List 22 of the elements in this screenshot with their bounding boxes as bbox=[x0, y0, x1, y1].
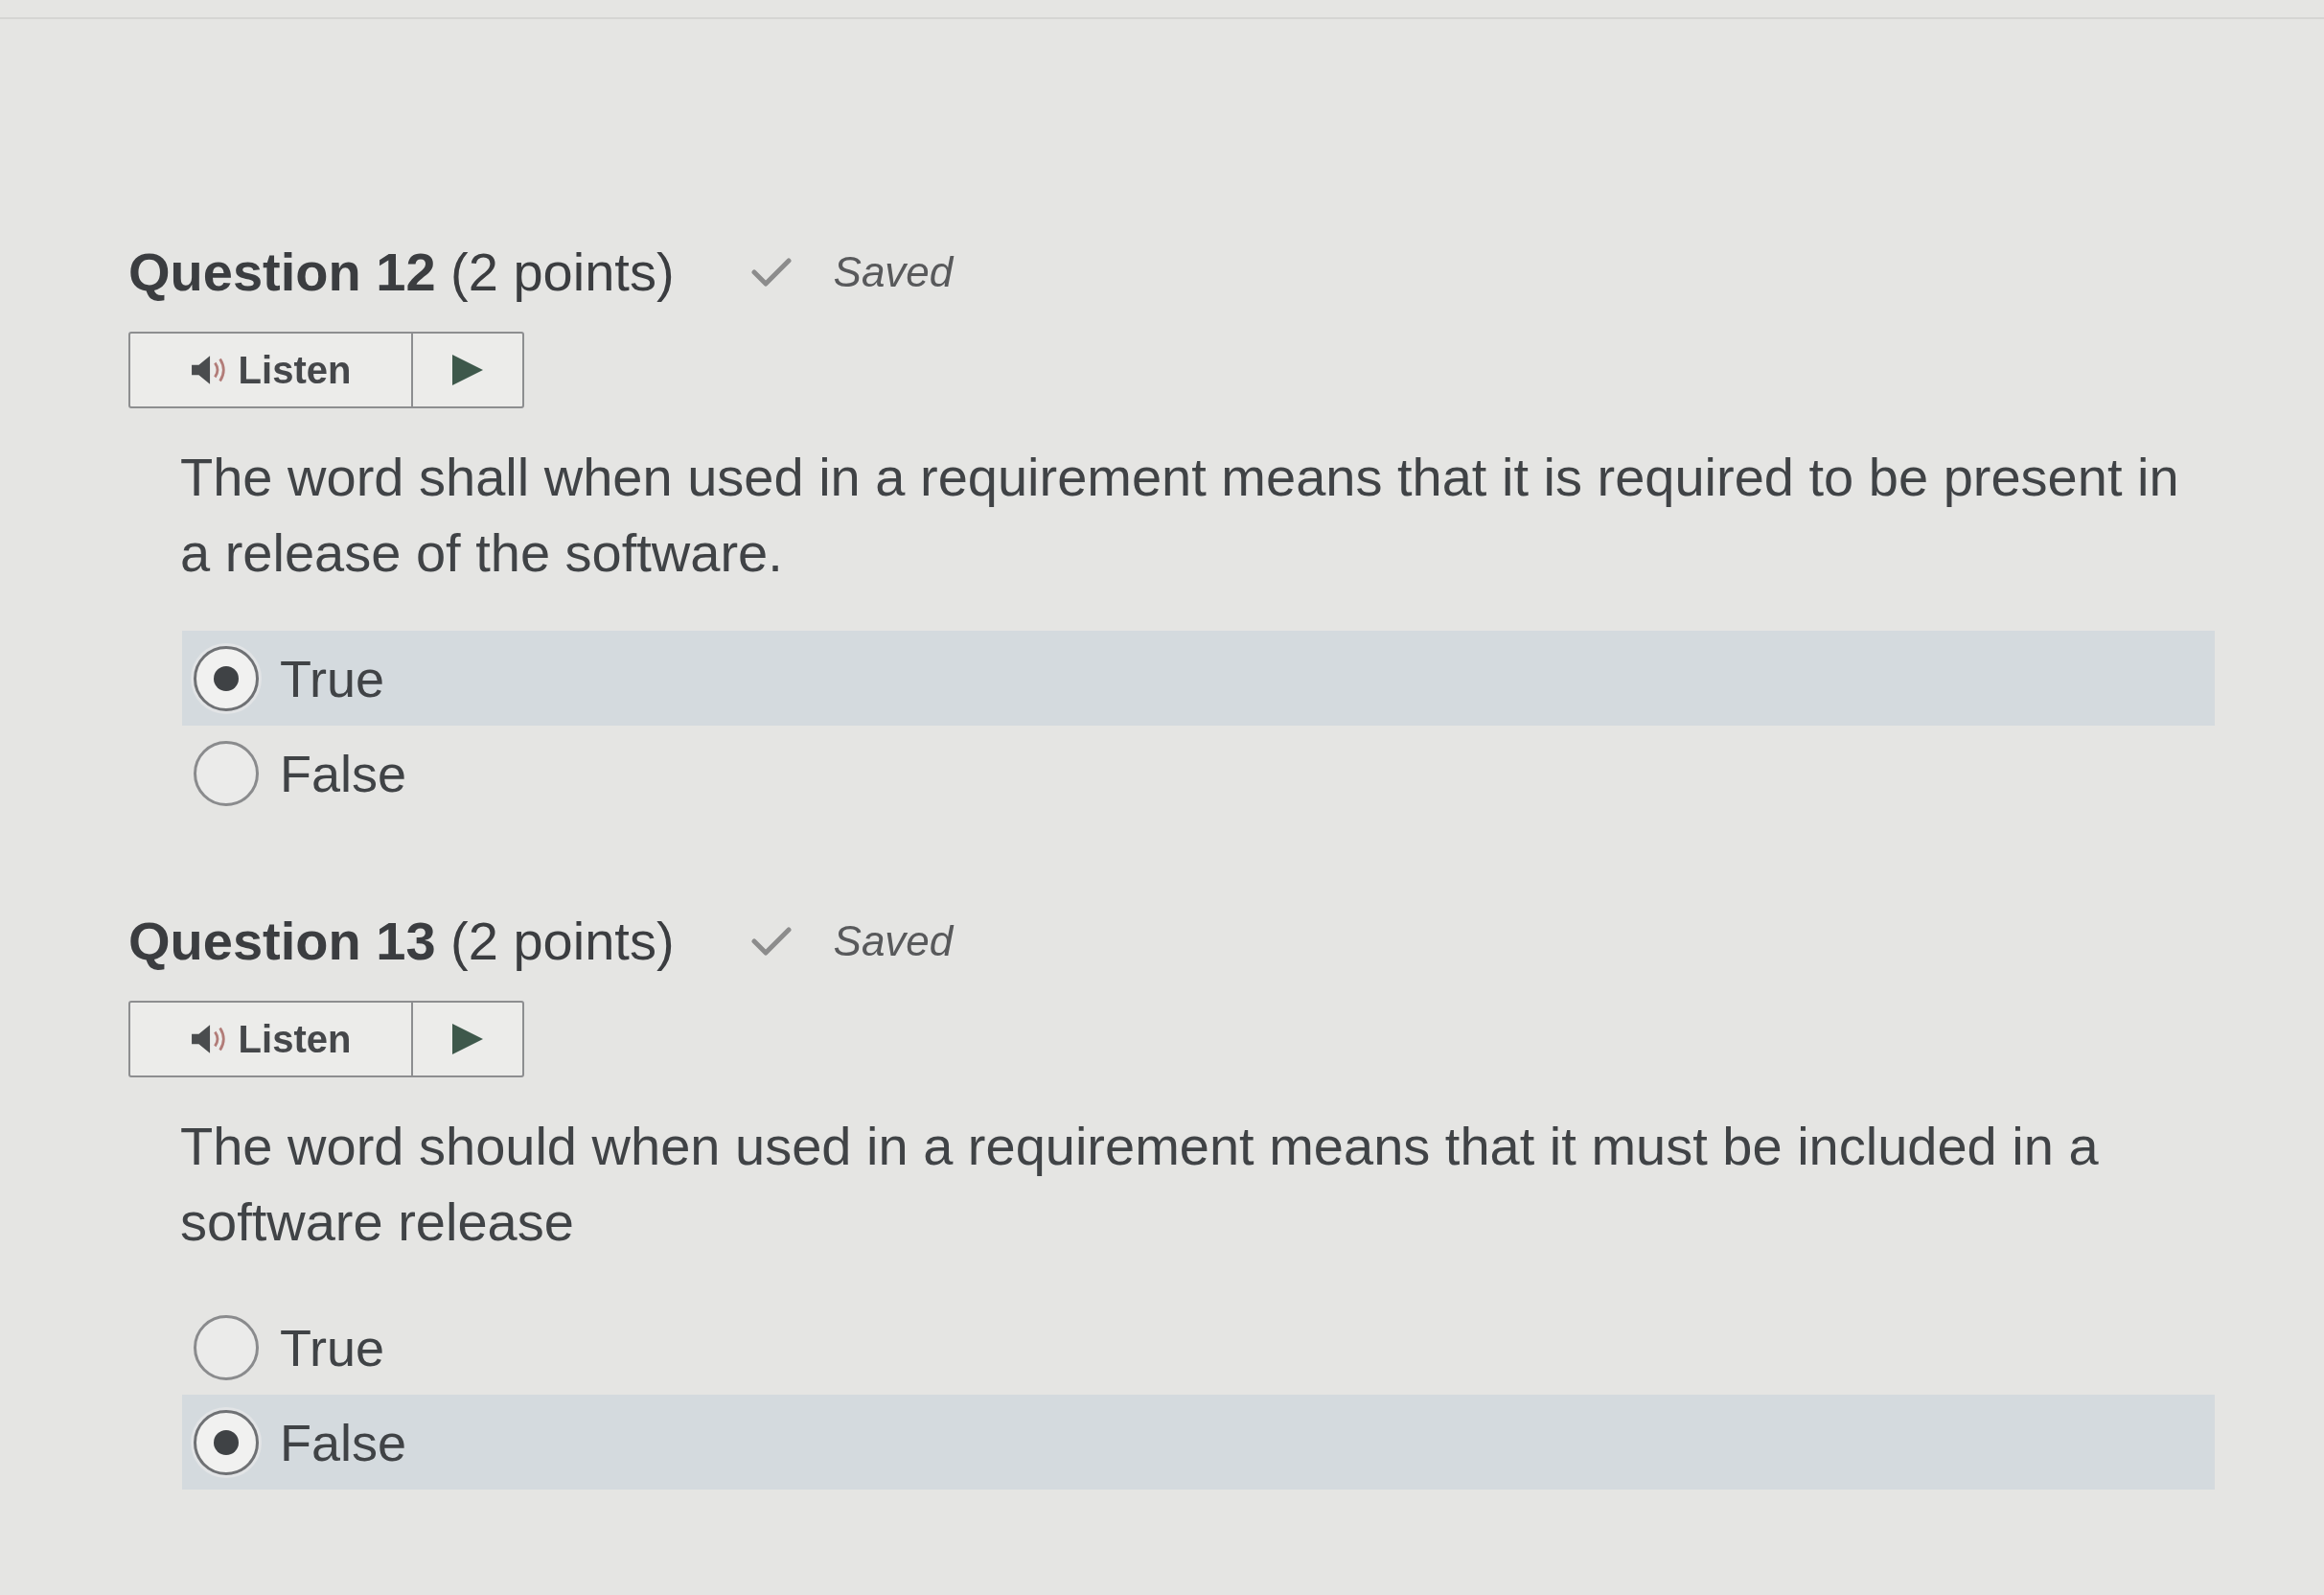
option-label: True bbox=[280, 1317, 385, 1378]
saved-status: Saved bbox=[833, 916, 954, 966]
check-icon bbox=[750, 926, 792, 957]
question-prompt: The word should when used in a requirement means that it must be included in a software release bbox=[180, 1115, 2100, 1254]
question-prompt: The word shall when used in a requirement means that it is required to be present in a release of the software. bbox=[180, 446, 2180, 585]
radio-button[interactable] bbox=[194, 645, 259, 711]
speaker-icon bbox=[190, 1023, 227, 1055]
selected-option-highlight[interactable]: False bbox=[182, 1395, 2215, 1490]
question-title: Question 13 (2 points) bbox=[128, 911, 675, 972]
play-icon bbox=[451, 1023, 484, 1055]
question-title: Question 12 (2 points) bbox=[128, 242, 675, 303]
saved-status: Saved bbox=[833, 247, 954, 297]
listen-button[interactable]: Listen bbox=[130, 334, 413, 406]
selected-option-highlight[interactable]: True bbox=[182, 631, 2215, 726]
radio-button[interactable] bbox=[194, 1409, 259, 1475]
play-icon bbox=[451, 354, 484, 386]
option-label: True bbox=[280, 648, 385, 709]
option-label: False bbox=[280, 1412, 407, 1473]
speaker-icon bbox=[190, 354, 227, 386]
listen-button[interactable]: Listen bbox=[130, 1003, 413, 1075]
check-icon bbox=[750, 257, 792, 288]
option-label: False bbox=[280, 743, 407, 804]
